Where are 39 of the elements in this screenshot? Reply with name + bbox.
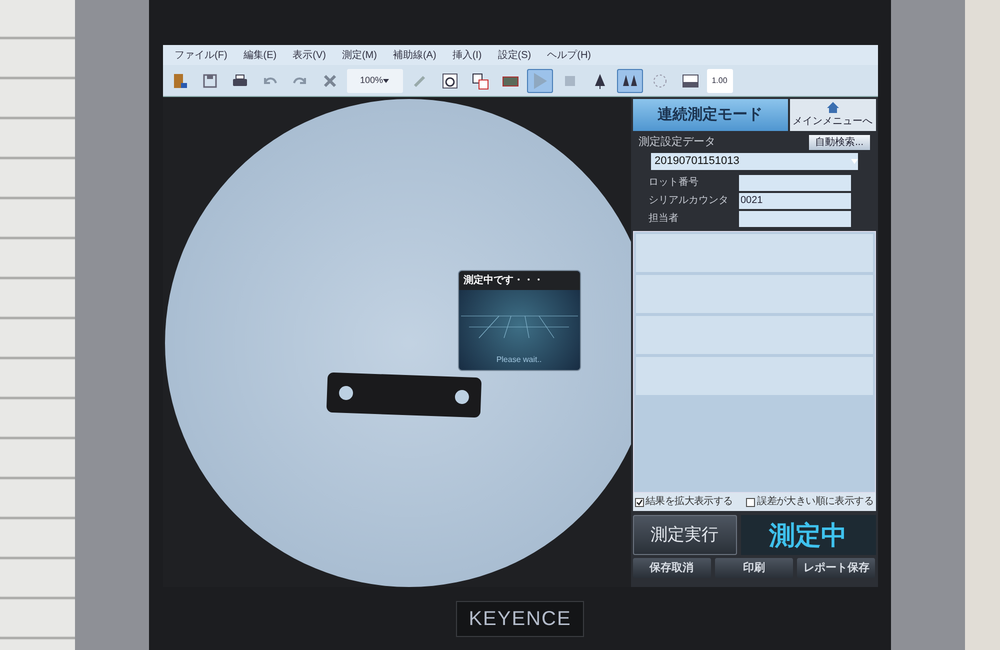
checkbox[interactable] — [746, 498, 756, 506]
status-label: 測定中 — [740, 515, 876, 555]
brand-logo: KEYENCE — [456, 600, 584, 636]
field-label: 担当者 — [648, 212, 680, 226]
menu-item[interactable]: 挿入(I) — [452, 48, 482, 62]
menu-item[interactable]: 表示(V) — [292, 48, 326, 62]
menu-item[interactable]: 編集(E) — [243, 48, 277, 62]
settings-dropdown[interactable]: 20190701151013 — [650, 153, 858, 170]
zoom-dropdown[interactable]: 100% — [346, 68, 402, 92]
menu-item[interactable]: 設定(S) — [498, 48, 532, 62]
checkbox-option[interactable]: 誤差が大きい順に表示する — [746, 496, 874, 508]
auto-search-button[interactable]: 自動検索... — [809, 134, 870, 150]
dropdown-arrow-icon — [850, 159, 858, 164]
field-label: 測定設定データ — [638, 134, 716, 150]
text-field[interactable]: 0021 — [738, 192, 850, 208]
text-field[interactable] — [738, 210, 850, 226]
dialog-message: Please wait.. — [495, 354, 543, 366]
run-measurement-button[interactable]: 測定実行 — [632, 515, 736, 555]
dropdown-arrow-icon — [383, 78, 390, 82]
dashed-circle-icon — [650, 72, 668, 90]
toolbar-button[interactable] — [616, 68, 642, 92]
menu-item[interactable]: 測定(M) — [342, 48, 377, 62]
checkbox-option[interactable]: 結果を拡大表示する — [634, 496, 733, 508]
field-label: ロット番号 — [648, 176, 700, 190]
menu-item[interactable]: ファイル(F) — [174, 48, 228, 62]
home-button[interactable]: メインメニューへ — [790, 99, 876, 131]
home-icon — [824, 101, 840, 114]
checkbox[interactable] — [634, 498, 644, 506]
action-button[interactable]: 保存取消 — [632, 558, 711, 578]
scale-button[interactable]: 1.00 — [706, 68, 732, 92]
menu-item[interactable]: 補助線(A) — [392, 48, 436, 62]
field-label: シリアルカウンタ — [648, 194, 730, 208]
text-field[interactable] — [738, 174, 850, 190]
dialog-title: 測定中です・・・ — [458, 271, 580, 290]
fill-level-icon — [680, 72, 698, 90]
action-button[interactable]: レポート保存 — [797, 558, 876, 578]
menu-item[interactable]: ヘルプ(H) — [547, 48, 591, 62]
mode-title: 連続測定モード — [632, 99, 788, 131]
action-button[interactable]: 印刷 — [714, 558, 794, 578]
